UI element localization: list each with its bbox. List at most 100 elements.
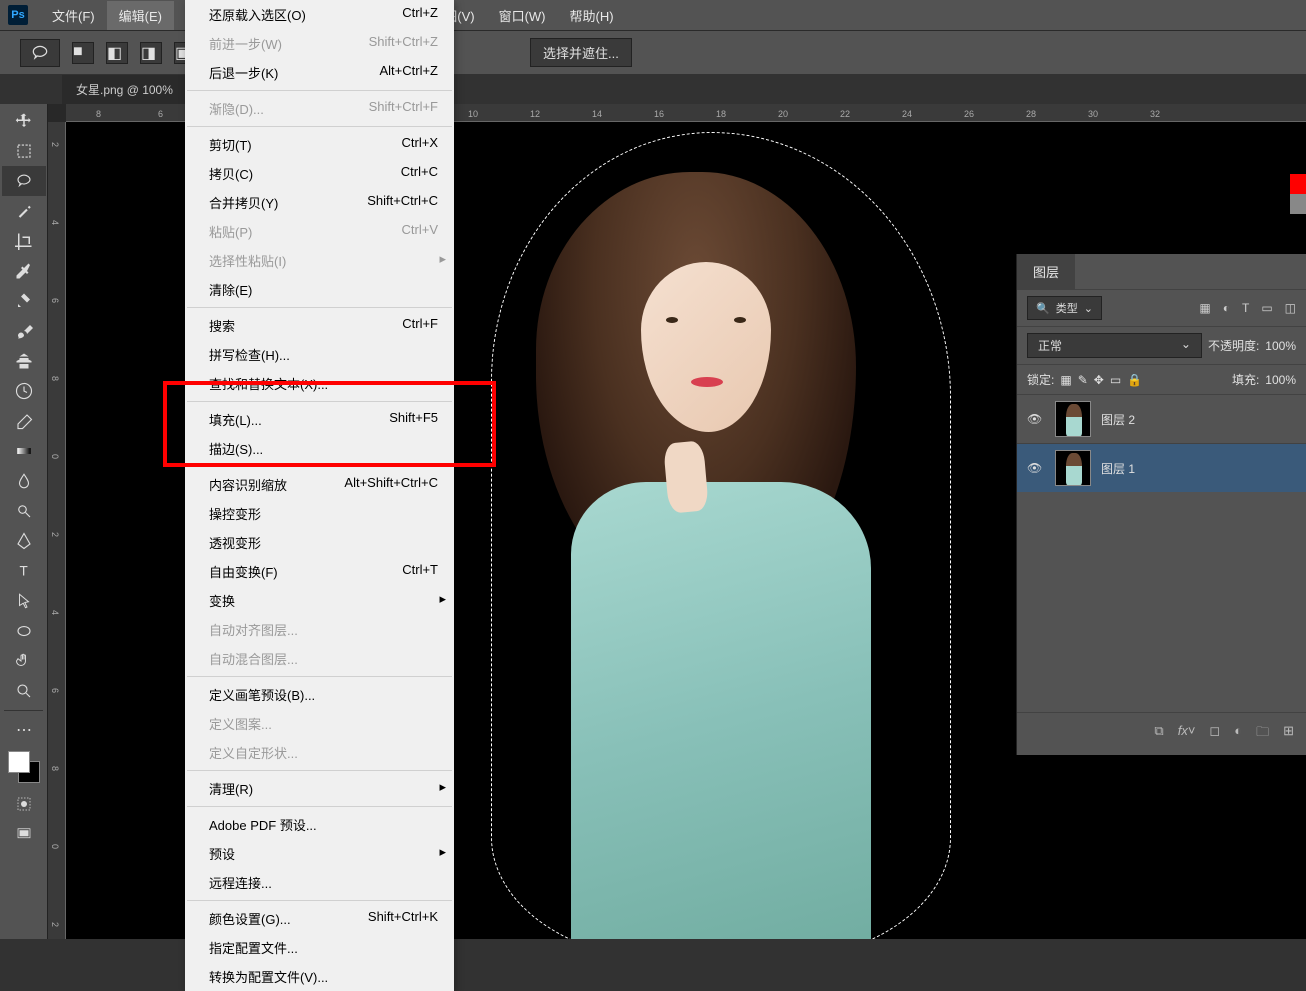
rectangle-tool[interactable] xyxy=(2,616,46,646)
edit-menu-dropdown: 还原载入选区(O)Ctrl+Z前进一步(W)Shift+Ctrl+Z后退一步(K… xyxy=(185,0,454,991)
eraser-tool[interactable] xyxy=(2,406,46,436)
quick-mask-icon[interactable] xyxy=(2,789,46,819)
opacity-value[interactable]: 100% xyxy=(1265,339,1296,353)
filter-pixel-icon[interactable]: ▦ xyxy=(1199,301,1210,315)
edit-toolbar[interactable]: ⋯ xyxy=(2,715,46,745)
menu-item-粘贴P: 粘贴(P)Ctrl+V xyxy=(185,217,454,246)
menu-item-内容识别缩放[interactable]: 内容识别缩放Alt+Shift+Ctrl+C xyxy=(185,470,454,499)
marquee-tool[interactable] xyxy=(2,136,46,166)
fill-value[interactable]: 100% xyxy=(1265,373,1296,387)
menu-item-颜色设置G[interactable]: 颜色设置(G)...Shift+Ctrl+K xyxy=(185,904,454,933)
lock-all-icon[interactable]: 🔒 xyxy=(1127,373,1142,387)
hand-tool[interactable] xyxy=(2,646,46,676)
zoom-tool[interactable] xyxy=(2,676,46,706)
menu-item-变换[interactable]: 变换 xyxy=(185,586,454,615)
filter-type-icon[interactable]: T xyxy=(1242,301,1249,315)
visibility-icon[interactable]: 👁 xyxy=(1027,461,1045,475)
menu-编辑(E)[interactable]: 编辑(E) xyxy=(107,1,174,30)
layers-panel: 图层 🔍类型 ⌄ ▦ ◐ T ▭ ◫ 正常 ⌄ 不透明度: 100% 锁定: ▦… xyxy=(1016,254,1306,755)
filter-shape-icon[interactable]: ▭ xyxy=(1261,301,1272,315)
tools-panel: T ⋯ xyxy=(0,104,48,939)
healing-brush-tool[interactable] xyxy=(2,286,46,316)
menu-item-透视变形[interactable]: 透视变形 xyxy=(185,528,454,557)
layer-row[interactable]: 👁 图层 1 xyxy=(1017,443,1306,492)
menu-item-合并拷贝Y[interactable]: 合并拷贝(Y)Shift+Ctrl+C xyxy=(185,188,454,217)
layer-name: 图层 1 xyxy=(1101,460,1135,477)
menu-item-清除E[interactable]: 清除(E) xyxy=(185,275,454,304)
clone-stamp-tool[interactable] xyxy=(2,346,46,376)
magic-wand-tool[interactable] xyxy=(2,196,46,226)
menu-item-前进一步W: 前进一步(W)Shift+Ctrl+Z xyxy=(185,29,454,58)
move-tool[interactable] xyxy=(2,106,46,136)
layer-row[interactable]: 👁 图层 2 xyxy=(1017,394,1306,443)
layers-tab[interactable]: 图层 xyxy=(1017,254,1075,289)
history-brush-tool[interactable] xyxy=(2,376,46,406)
add-selection-icon[interactable]: ◧ xyxy=(106,42,128,64)
new-layer-icon[interactable]: ⊞ xyxy=(1283,723,1294,745)
layer-thumbnail[interactable] xyxy=(1055,450,1091,486)
blend-mode-select[interactable]: 正常 ⌄ xyxy=(1027,333,1202,358)
menu-item-描边S[interactable]: 描边(S)... xyxy=(185,434,454,463)
ruler-vertical: 24680246802 xyxy=(48,122,66,939)
menu-item-填充L[interactable]: 填充(L)...Shift+F5 xyxy=(185,405,454,434)
menu-文件(F)[interactable]: 文件(F) xyxy=(40,1,107,30)
eyedropper-tool[interactable] xyxy=(2,256,46,286)
layer-name: 图层 2 xyxy=(1101,411,1135,428)
lock-pixels-icon[interactable]: ▦ xyxy=(1060,373,1071,387)
visibility-icon[interactable]: 👁 xyxy=(1027,412,1045,426)
menu-窗口(W)[interactable]: 窗口(W) xyxy=(487,1,558,30)
crop-tool[interactable] xyxy=(2,226,46,256)
filter-smart-icon[interactable]: ◫ xyxy=(1285,301,1296,315)
dodge-tool[interactable] xyxy=(2,496,46,526)
layer-fx-icon[interactable]: fx˅ xyxy=(1178,723,1196,745)
brush-tool[interactable] xyxy=(2,316,46,346)
path-selection-tool[interactable] xyxy=(2,586,46,616)
menu-item-清理R[interactable]: 清理(R) xyxy=(185,774,454,803)
fill-label: 填充: xyxy=(1232,371,1259,388)
lock-label: 锁定: xyxy=(1027,371,1054,388)
menu-item-拷贝C[interactable]: 拷贝(C)Ctrl+C xyxy=(185,159,454,188)
screen-mode-icon[interactable] xyxy=(2,819,46,849)
menu-item-搜索[interactable]: 搜索Ctrl+F xyxy=(185,311,454,340)
lasso-tool[interactable] xyxy=(2,166,46,196)
menu-item-后退一步K[interactable]: 后退一步(K)Alt+Ctrl+Z xyxy=(185,58,454,87)
menu-item-渐隐D: 渐隐(D)...Shift+Ctrl+F xyxy=(185,94,454,123)
menu-item-查找和替换文本X[interactable]: 查找和替换文本(X)... xyxy=(185,369,454,398)
menu-item-定义画笔预设B[interactable]: 定义画笔预设(B)... xyxy=(185,680,454,709)
new-selection-icon[interactable]: ■ xyxy=(72,42,94,64)
gradient-tool[interactable] xyxy=(2,436,46,466)
menu-item-预设[interactable]: 预设 xyxy=(185,839,454,868)
pen-tool[interactable] xyxy=(2,526,46,556)
menu-item-剪切T[interactable]: 剪切(T)Ctrl+X xyxy=(185,130,454,159)
foreground-color[interactable] xyxy=(8,751,30,773)
filter-adjust-icon[interactable]: ◐ xyxy=(1223,301,1230,315)
menu-帮助(H)[interactable]: 帮助(H) xyxy=(558,1,626,30)
menu-item-拼写检查H[interactable]: 拼写检查(H)... xyxy=(185,340,454,369)
menu-item-指定配置文件[interactable]: 指定配置文件... xyxy=(185,933,454,962)
document-tab[interactable]: 女星.png @ 100% xyxy=(62,75,187,104)
menu-item-还原载入选区O[interactable]: 还原载入选区(O)Ctrl+Z xyxy=(185,0,454,29)
menu-item-自由变换F[interactable]: 自由变换(F)Ctrl+T xyxy=(185,557,454,586)
type-tool[interactable]: T xyxy=(2,556,46,586)
subtract-selection-icon[interactable]: ◨ xyxy=(140,42,162,64)
lock-artboard-icon[interactable]: ▭ xyxy=(1110,373,1121,387)
menu-item-操控变形[interactable]: 操控变形 xyxy=(185,499,454,528)
menu-item-Adobe-PDF-预设[interactable]: Adobe PDF 预设... xyxy=(185,810,454,839)
blur-tool[interactable] xyxy=(2,466,46,496)
layer-mask-icon[interactable]: ◻ xyxy=(1209,723,1220,745)
adjustment-layer-icon[interactable]: ◐ xyxy=(1234,723,1242,745)
menu-item-定义图案: 定义图案... xyxy=(185,709,454,738)
lock-position-icon[interactable]: ✥ xyxy=(1094,373,1104,387)
lasso-tool-preset[interactable] xyxy=(20,39,60,67)
layer-thumbnail[interactable] xyxy=(1055,401,1091,437)
menu-item-远程连接[interactable]: 远程连接... xyxy=(185,868,454,897)
select-and-mask-button[interactable]: 选择并遮住... xyxy=(530,38,632,67)
menu-item-转换为配置文件V[interactable]: 转换为配置文件(V)... xyxy=(185,962,454,991)
lock-brush-icon[interactable]: ✎ xyxy=(1078,373,1088,387)
layer-group-icon[interactable]: 🗀 xyxy=(1256,723,1269,745)
swatches-strip xyxy=(1290,154,1306,214)
menu-item-自动混合图层: 自动混合图层... xyxy=(185,644,454,673)
link-layers-icon[interactable]: ⧉ xyxy=(1154,723,1163,745)
layer-filter-type[interactable]: 🔍类型 ⌄ xyxy=(1027,296,1102,320)
color-swatches[interactable] xyxy=(8,751,40,783)
